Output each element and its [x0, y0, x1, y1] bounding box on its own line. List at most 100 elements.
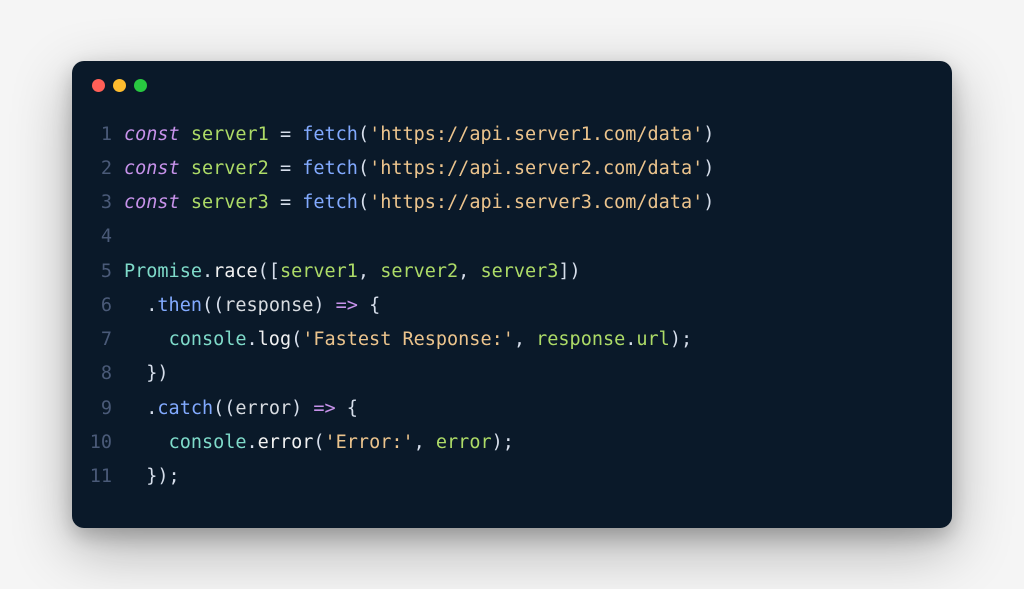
code-content: .then((response) => { [124, 289, 380, 323]
token-arrow: => [336, 295, 358, 316]
code-line: 10 console.error('Error:', error); [84, 426, 928, 460]
code-line: 2const server2 = fetch('https://api.serv… [84, 152, 928, 186]
code-line: 6 .then((response) => { [84, 289, 928, 323]
line-number: 5 [84, 255, 124, 289]
minimize-icon[interactable] [113, 79, 126, 92]
token-var: server1 [191, 124, 269, 145]
token-punct: ); [670, 329, 692, 350]
token-punct: ( [358, 158, 369, 179]
token-fn: fetch [302, 124, 358, 145]
token-methodw: error [258, 432, 314, 453]
code-line: 1const server1 = fetch('https://api.serv… [84, 118, 928, 152]
token-punct: , [514, 329, 536, 350]
line-number: 2 [84, 152, 124, 186]
code-content: console.error('Error:', error); [124, 426, 514, 460]
code-content: }) [124, 357, 169, 391]
token-plain [269, 192, 280, 213]
token-punct: ( [291, 329, 302, 350]
token-punct: , [458, 261, 480, 282]
token-str: 'Error:' [325, 432, 414, 453]
code-line: 8 }) [84, 357, 928, 391]
token-punct: ( [358, 124, 369, 145]
token-plain [124, 466, 146, 487]
line-number: 8 [84, 357, 124, 391]
token-punct: , [414, 432, 436, 453]
token-obj: console [169, 329, 247, 350]
token-punct: ( [358, 192, 369, 213]
token-plain [291, 124, 302, 145]
token-punct: , [358, 261, 380, 282]
code-window: 1const server1 = fetch('https://api.serv… [72, 61, 952, 528]
token-plain [124, 398, 146, 419]
token-kw: const [124, 192, 180, 213]
token-var: server3 [480, 261, 558, 282]
token-str: 'https://api.server3.com/data' [369, 192, 703, 213]
token-plain [180, 192, 191, 213]
code-content [124, 220, 135, 254]
token-methodw: race [213, 261, 258, 282]
token-punct: = [280, 124, 291, 145]
token-str: 'https://api.server2.com/data' [369, 158, 703, 179]
token-var: server2 [191, 158, 269, 179]
maximize-icon[interactable] [134, 79, 147, 92]
close-icon[interactable] [92, 79, 105, 92]
token-obj: Promise [124, 261, 202, 282]
line-number: 3 [84, 186, 124, 220]
token-method: catch [157, 398, 213, 419]
token-plain [124, 295, 146, 316]
token-punct: = [280, 192, 291, 213]
token-punct: ) [291, 398, 313, 419]
code-content: .catch((error) => { [124, 392, 358, 426]
line-number: 10 [84, 426, 124, 460]
line-number: 9 [84, 392, 124, 426]
token-punct: ); [492, 432, 514, 453]
token-punct: (( [202, 295, 224, 316]
code-content: const server2 = fetch('https://api.serve… [124, 152, 714, 186]
token-plain [124, 329, 169, 350]
token-plain [291, 158, 302, 179]
token-punct: . [247, 329, 258, 350]
token-punct: ) [313, 295, 335, 316]
token-punct: . [146, 295, 157, 316]
token-punct: . [625, 329, 636, 350]
token-kw: const [124, 124, 180, 145]
code-content: console.log('Fastest Response:', respons… [124, 323, 692, 357]
token-punct: . [202, 261, 213, 282]
token-param: response [224, 295, 313, 316]
token-plain [291, 192, 302, 213]
code-content: }); [124, 460, 180, 494]
code-content: const server3 = fetch('https://api.serve… [124, 186, 714, 220]
token-punct: . [247, 432, 258, 453]
token-punct: ([ [258, 261, 280, 282]
code-line: 3const server3 = fetch('https://api.serv… [84, 186, 928, 220]
token-var: response [536, 329, 625, 350]
code-line: 11 }); [84, 460, 928, 494]
line-number: 6 [84, 289, 124, 323]
token-punct: (( [213, 398, 235, 419]
line-number: 7 [84, 323, 124, 357]
token-punct: ) [703, 158, 714, 179]
line-number: 4 [84, 220, 124, 254]
token-punct: = [280, 158, 291, 179]
token-var: error [436, 432, 492, 453]
code-line: 5Promise.race([server1, server2, server3… [84, 255, 928, 289]
token-arrow: => [313, 398, 335, 419]
token-str: 'Fastest Response:' [302, 329, 514, 350]
token-punct: ]) [558, 261, 580, 282]
code-line: 4 [84, 220, 928, 254]
token-punct: { [358, 295, 380, 316]
line-number: 11 [84, 460, 124, 494]
token-fn: fetch [302, 158, 358, 179]
token-plain [180, 124, 191, 145]
code-content: Promise.race([server1, server2, server3]… [124, 255, 581, 289]
token-var: server2 [380, 261, 458, 282]
token-method: then [157, 295, 202, 316]
token-prop: url [636, 329, 669, 350]
token-punct: }) [146, 363, 168, 384]
code-area: 1const server1 = fetch('https://api.serv… [72, 100, 952, 500]
token-punct: ( [313, 432, 324, 453]
token-punct: }); [146, 466, 179, 487]
token-plain [180, 158, 191, 179]
token-obj: console [169, 432, 247, 453]
token-plain [269, 124, 280, 145]
